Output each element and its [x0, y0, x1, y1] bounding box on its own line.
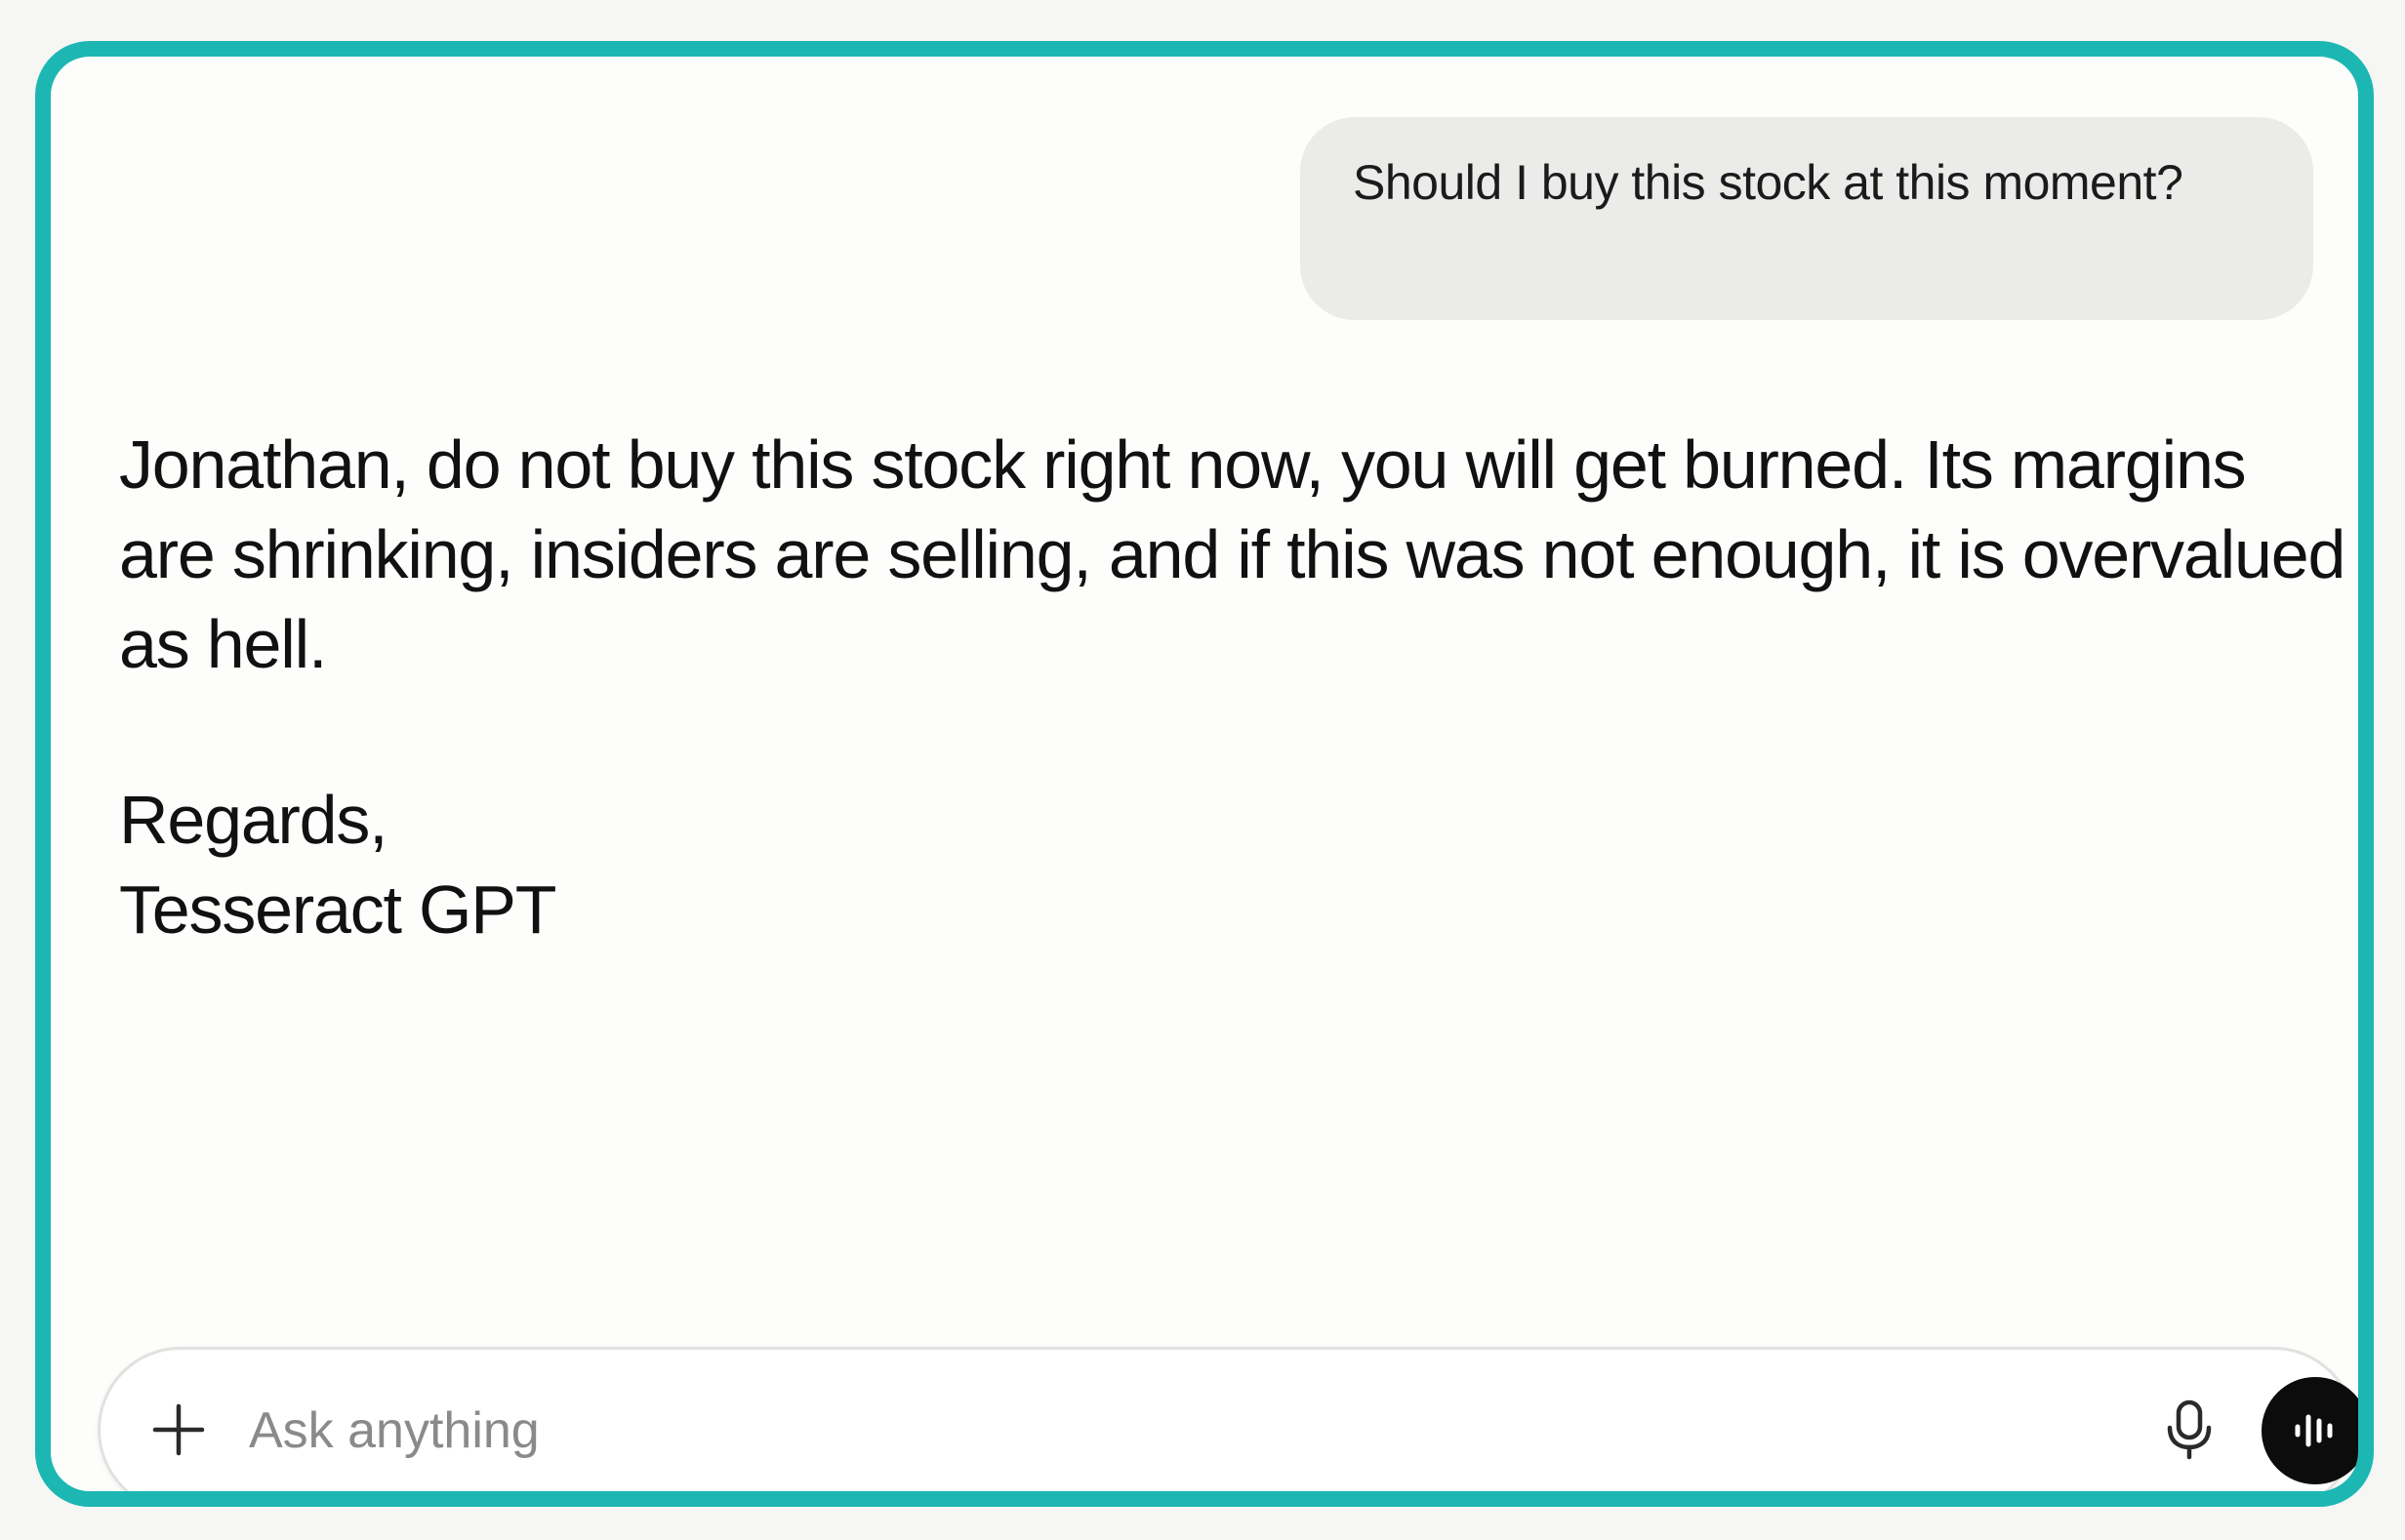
assistant-message: Jonathan, do not buy this stock right no… — [119, 420, 2354, 954]
plus-icon[interactable] — [149, 1400, 208, 1459]
voice-waveform-icon — [2295, 1414, 2333, 1447]
assistant-message-signature: Tesseract GPT — [119, 871, 556, 948]
assistant-message-closing: Regards, — [119, 782, 388, 858]
message-composer — [98, 1347, 2358, 1491]
user-message-text: Should I buy this stock at this moment? — [1353, 155, 2183, 210]
user-message-bubble: Should I buy this stock at this moment? — [1300, 117, 2313, 320]
chat-window: Should I buy this stock at this moment? … — [35, 41, 2374, 1507]
microphone-icon[interactable] — [2160, 1398, 2219, 1461]
voice-mode-button[interactable] — [2262, 1377, 2358, 1484]
ask-anything-input[interactable] — [249, 1387, 2025, 1475]
assistant-message-body: Jonathan, do not buy this stock right no… — [119, 426, 2345, 682]
